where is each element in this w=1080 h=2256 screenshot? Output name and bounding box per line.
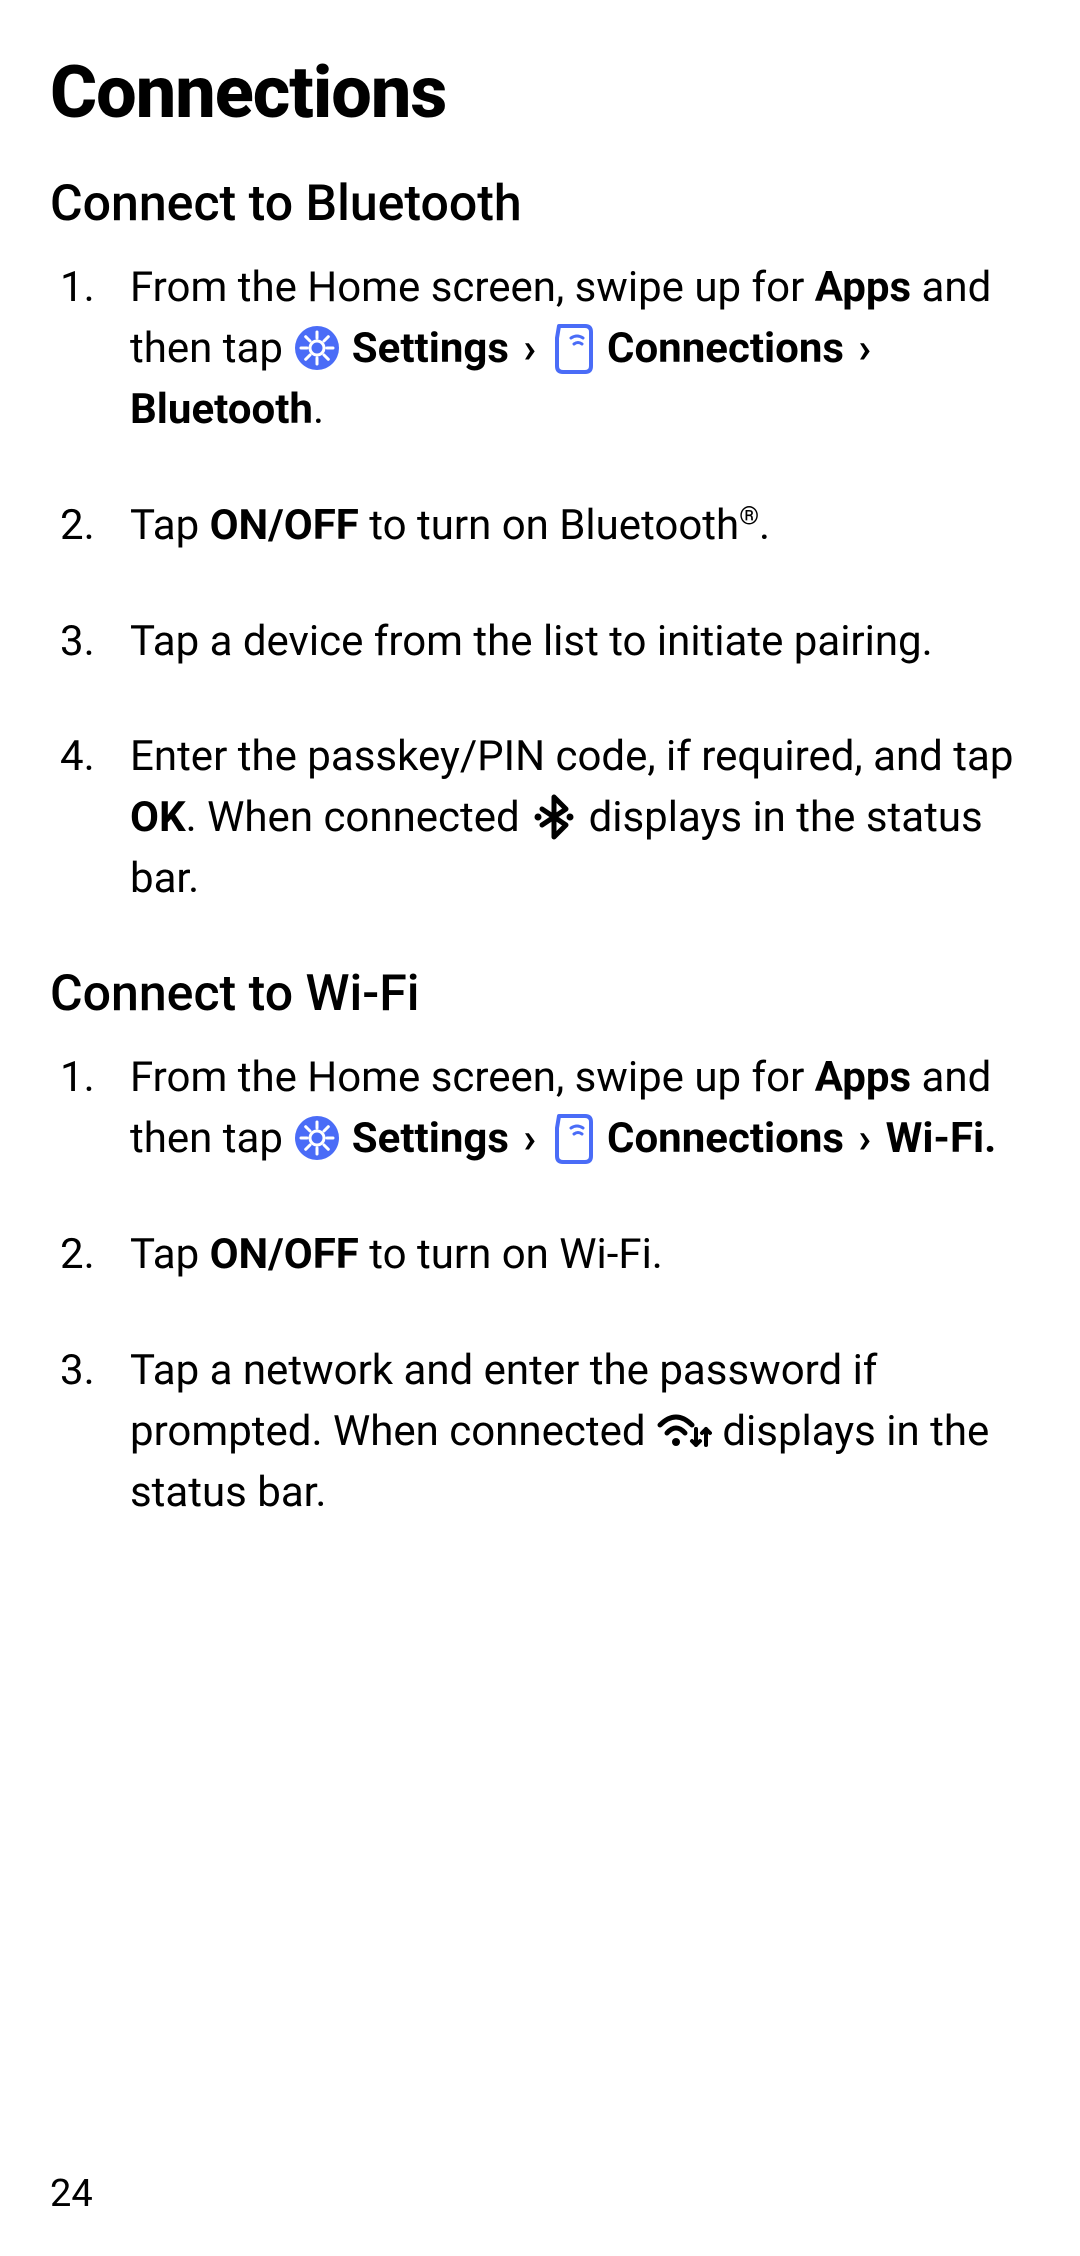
step-item: From the Home screen, swipe up for Apps … bbox=[50, 258, 1030, 441]
section-heading-bluetooth: Connect to Bluetooth bbox=[50, 175, 1030, 233]
step-text: Tap a device from the list to initiate p… bbox=[130, 617, 933, 666]
step-text: . bbox=[759, 501, 770, 550]
step-item: From the Home screen, swipe up for Apps … bbox=[50, 1048, 1030, 1170]
apps-label: Apps bbox=[815, 263, 911, 312]
step-text: . When connected bbox=[186, 793, 530, 842]
page-title: Connections bbox=[50, 50, 1030, 135]
step-item: Tap a device from the list to initiate p… bbox=[50, 612, 1030, 673]
apps-label: Apps bbox=[815, 1053, 911, 1102]
chevron-right-icon: › bbox=[509, 324, 551, 373]
connections-icon bbox=[551, 1112, 597, 1164]
section-heading-wifi: Connect to Wi-Fi bbox=[50, 965, 1030, 1023]
step-text: . bbox=[313, 385, 324, 434]
bluetooth-label: Bluetooth bbox=[130, 385, 313, 434]
step-item: Tap ON/OFF to turn on Wi-Fi. bbox=[50, 1225, 1030, 1286]
settings-label: Settings bbox=[352, 1114, 509, 1163]
wifi-arrows-icon bbox=[656, 1409, 712, 1453]
chevron-right-icon: › bbox=[844, 1114, 886, 1163]
settings-gear-icon bbox=[293, 1114, 341, 1162]
onoff-label: ON/OFF bbox=[210, 1230, 359, 1279]
step-text: Tap bbox=[130, 501, 210, 550]
step-text: Enter the passkey/PIN code, if required,… bbox=[130, 732, 1013, 781]
steps-wifi: From the Home screen, swipe up for Apps … bbox=[50, 1048, 1030, 1523]
page-number: 24 bbox=[50, 2172, 93, 2216]
chevron-right-icon: › bbox=[509, 1114, 551, 1163]
step-text: to turn on Bluetooth bbox=[359, 501, 739, 550]
step-item: Tap ON/OFF to turn on Bluetooth®. bbox=[50, 496, 1030, 557]
document-page: Connections Connect to Bluetooth From th… bbox=[0, 0, 1080, 2256]
step-text: From the Home screen, swipe up for bbox=[130, 263, 815, 312]
step-item: Tap a network and enter the password if … bbox=[50, 1341, 1030, 1524]
settings-label: Settings bbox=[352, 324, 509, 373]
connections-label: Connections bbox=[607, 324, 844, 373]
onoff-label: ON/OFF bbox=[210, 501, 359, 550]
settings-gear-icon bbox=[293, 324, 341, 372]
chevron-right-icon: › bbox=[844, 324, 875, 373]
connections-icon bbox=[551, 322, 597, 374]
registered-mark: ® bbox=[739, 502, 759, 531]
bluetooth-connected-icon bbox=[530, 793, 578, 841]
step-text: From the Home screen, swipe up for bbox=[130, 1053, 815, 1102]
ok-label: OK bbox=[130, 793, 186, 842]
connections-label: Connections bbox=[607, 1114, 844, 1163]
step-text: to turn on Wi-Fi. bbox=[359, 1230, 663, 1279]
wifi-label: Wi-Fi. bbox=[886, 1114, 997, 1163]
steps-bluetooth: From the Home screen, swipe up for Apps … bbox=[50, 258, 1030, 910]
step-item: Enter the passkey/PIN code, if required,… bbox=[50, 727, 1030, 910]
step-text: Tap bbox=[130, 1230, 210, 1279]
